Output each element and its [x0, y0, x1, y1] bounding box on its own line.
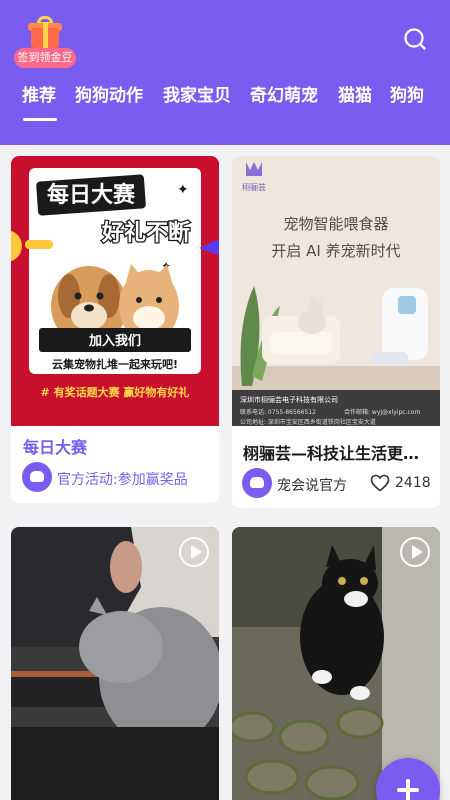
- tab-selected-indicator: [23, 118, 57, 121]
- card-title: 每日大赛: [23, 438, 88, 457]
- signin-label: 签到领金豆: [14, 48, 76, 68]
- tab-dog-actions[interactable]: 狗狗动作: [75, 84, 143, 108]
- ad-line-1: 宠物智能喂食器: [283, 215, 388, 233]
- company-name: 深圳市栩骊芸电子科技有限公司: [240, 395, 338, 404]
- feed-card-daily-contest[interactable]: 每日大赛 好礼不断 ✦ ✦ 加入我们 云集宠物扎堆一起来玩吧! # 有奖话题大赛…: [11, 156, 219, 503]
- poster-headline-2: 好礼不断: [101, 220, 190, 246]
- video-thumbnail: [11, 527, 219, 800]
- tab-fantasy-pets[interactable]: 奇幻萌宠: [250, 84, 318, 108]
- search-icon[interactable]: [403, 27, 427, 51]
- avatar: [22, 462, 52, 492]
- tab-cats[interactable]: 猫猫: [338, 84, 372, 108]
- author-name: 宠会说官方: [277, 478, 347, 494]
- avatar: [242, 468, 272, 498]
- ad-line-2: 开启 AI 养宠新时代: [271, 242, 400, 260]
- brand-logo-text: 栩骊芸: [242, 182, 266, 192]
- card-title: 栩骊芸—科技让生活更美好: [243, 444, 421, 463]
- feed-card-video[interactable]: [11, 527, 219, 800]
- poster-headline-1: 每日大赛: [47, 182, 136, 208]
- svg-text:✦: ✦: [177, 182, 189, 198]
- poster-hashtag: # 有奖话题大赛 赢好物有好礼: [41, 385, 190, 399]
- heart-icon[interactable]: [370, 474, 390, 492]
- feed-card-smart-feeder[interactable]: 栩骊芸 宠物智能喂食器 开启 AI 养宠新时代 深圳市栩骊芸电子科技有限公司 联…: [232, 156, 440, 508]
- signin-reward-button[interactable]: 签到领金豆: [14, 16, 76, 68]
- smart-feeder-ad-image: 栩骊芸 宠物智能喂食器 开启 AI 养宠新时代 深圳市栩骊芸电子科技有限公司 联…: [232, 156, 440, 426]
- company-email: 合作邮箱: wyj@xlyipc.com: [344, 408, 420, 416]
- company-phone: 联系电话: 0755-86566512: [240, 408, 316, 416]
- gift-icon: [28, 16, 62, 48]
- top-header: 签到领金豆 推荐 狗狗动作 我家宝贝 奇幻萌宠 猫猫 狗狗: [0, 0, 450, 145]
- play-icon[interactable]: [179, 537, 209, 567]
- tab-recommend[interactable]: 推荐: [22, 84, 56, 108]
- poster-join: 加入我们: [88, 333, 141, 349]
- tab-my-pet[interactable]: 我家宝贝: [163, 84, 231, 108]
- like-count: 2418: [395, 475, 431, 491]
- play-icon[interactable]: [400, 537, 430, 567]
- tab-dogs[interactable]: 狗狗: [390, 84, 424, 108]
- card-subtitle: 官方活动:参加赢奖品: [57, 472, 188, 488]
- company-address: 公司地址: 深圳市宝安区西乡街道铁岗社区宝安大道: [240, 418, 376, 426]
- contest-poster-image: 每日大赛 好礼不断 ✦ ✦ 加入我们 云集宠物扎堆一起来玩吧! # 有奖话题大赛…: [11, 156, 219, 426]
- poster-slogan: 云集宠物扎堆一起来玩吧!: [52, 357, 178, 371]
